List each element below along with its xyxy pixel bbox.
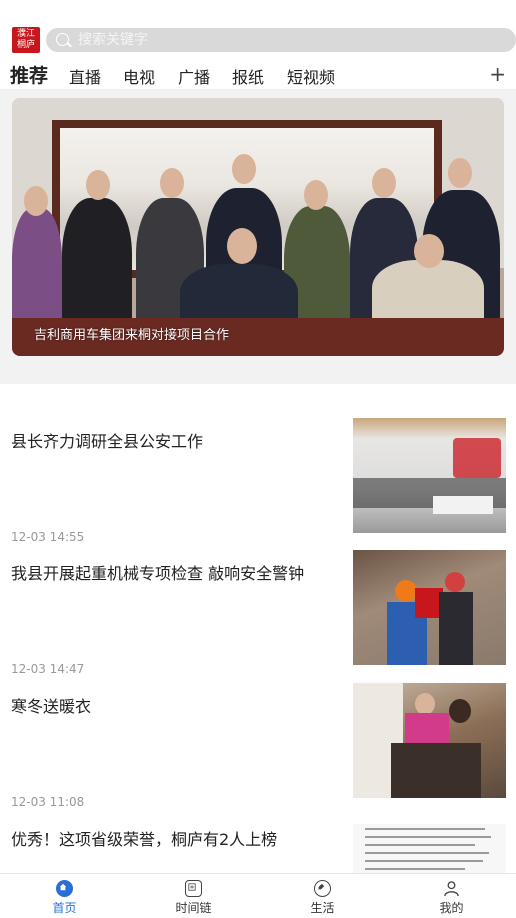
news-time: 12-03 14:47 xyxy=(11,662,85,676)
banner-photo-head xyxy=(232,154,256,184)
app-screen: 濮江桐庐 推荐 直播 电视 广播 报纸 短视频 + xyxy=(0,0,516,918)
logo-text: 濮江桐庐 xyxy=(16,29,35,50)
bottom-navigation: 首页 时间链 生活 我的 xyxy=(0,873,516,918)
news-title[interactable]: 县长齐力调研全县公安工作 xyxy=(11,430,341,454)
banner-photo-head xyxy=(86,170,110,200)
news-item[interactable]: 县长齐力调研全县公安工作 12-03 14:55 xyxy=(0,418,516,562)
banner-photo-head xyxy=(304,180,328,210)
news-item[interactable]: 寒冬送暖衣 12-03 11:08 xyxy=(0,683,516,827)
news-title[interactable]: 优秀！这项省级荣誉，桐庐有2人上榜 xyxy=(11,828,341,852)
banner-photo-person xyxy=(62,198,132,338)
tab-radio[interactable]: 广播 xyxy=(178,64,210,88)
nav-life[interactable]: 生活 xyxy=(258,874,387,918)
tab-short-video[interactable]: 短视频 xyxy=(287,64,335,88)
banner-photo-head xyxy=(227,228,257,264)
banner-carousel[interactable]: 吉利商用车集团来桐对接项目合作 xyxy=(12,98,504,356)
tab-newspaper[interactable]: 报纸 xyxy=(232,64,264,88)
home-icon xyxy=(56,880,73,897)
nav-label: 首页 xyxy=(52,901,77,915)
banner-section: 吉利商用车集团来桐对接项目合作 xyxy=(0,90,516,384)
channel-tabs: 推荐 直播 电视 广播 报纸 短视频 + xyxy=(0,56,516,94)
nav-label: 时间链 xyxy=(175,901,212,915)
add-channel-button[interactable]: + xyxy=(489,62,506,86)
banner-caption[interactable]: 吉利商用车集团来桐对接项目合作 xyxy=(34,324,229,343)
news-thumbnail[interactable] xyxy=(353,824,506,873)
nav-label: 生活 xyxy=(310,901,335,915)
news-title[interactable]: 寒冬送暖衣 xyxy=(11,695,341,719)
news-time: 12-03 11:08 xyxy=(11,795,85,809)
tab-recommend[interactable]: 推荐 xyxy=(10,61,48,94)
tag-icon xyxy=(314,880,331,897)
nav-timeline[interactable]: 时间链 xyxy=(129,874,258,918)
top-bar: 濮江桐庐 xyxy=(0,0,516,56)
news-thumbnail[interactable] xyxy=(353,418,506,533)
news-item[interactable]: 我县开展起重机械专项检查 敲响安全警钟 12-03 14:47 xyxy=(0,550,516,694)
news-time: 12-03 14:55 xyxy=(11,530,85,544)
timeline-icon xyxy=(185,880,202,897)
search-bar[interactable] xyxy=(46,28,516,52)
search-input[interactable] xyxy=(78,30,478,50)
banner-photo-head xyxy=(24,186,48,216)
app-logo[interactable]: 濮江桐庐 xyxy=(12,27,40,53)
banner-photo-head xyxy=(372,168,396,198)
user-icon xyxy=(443,880,460,897)
nav-home[interactable]: 首页 xyxy=(0,874,129,918)
tab-tv[interactable]: 电视 xyxy=(123,64,155,88)
news-title[interactable]: 我县开展起重机械专项检查 敲响安全警钟 xyxy=(11,562,341,586)
banner-photo-head xyxy=(160,168,184,198)
banner-photo-head xyxy=(414,234,444,268)
tab-live[interactable]: 直播 xyxy=(69,64,101,88)
news-thumbnail[interactable] xyxy=(353,683,506,798)
search-icon xyxy=(56,33,69,46)
news-thumbnail[interactable] xyxy=(353,550,506,665)
nav-mine[interactable]: 我的 xyxy=(387,874,516,918)
nav-label: 我的 xyxy=(439,901,464,915)
banner-photo-head xyxy=(448,158,472,188)
